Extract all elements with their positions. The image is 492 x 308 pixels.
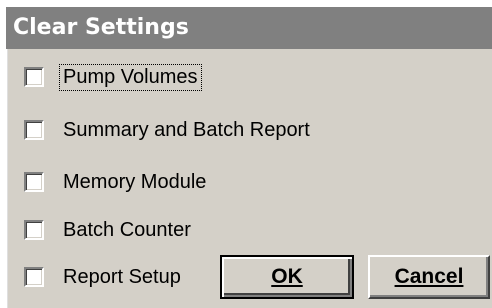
option-label[interactable]: Report Setup (60, 265, 184, 290)
summary-batch-report-checkbox[interactable] (24, 120, 44, 140)
option-memory-module[interactable]: Memory Module (24, 164, 209, 200)
dialog-title: Clear Settings (6, 7, 492, 49)
option-label[interactable]: Batch Counter (60, 218, 194, 243)
option-batch-counter[interactable]: Batch Counter (24, 212, 194, 248)
batch-counter-checkbox[interactable] (24, 220, 44, 240)
option-summary-and-batch-report[interactable]: Summary and Batch Report (24, 112, 313, 148)
option-pump-volumes[interactable]: Pump Volumes (24, 59, 202, 95)
clear-settings-dialog: Clear Settings Pump Volumes Summary and … (6, 7, 492, 308)
option-report-setup[interactable]: Report Setup (24, 259, 184, 295)
option-label[interactable]: Pump Volumes (59, 63, 202, 91)
cancel-button[interactable]: Cancel (368, 255, 490, 299)
ok-button[interactable]: OK (220, 255, 354, 299)
report-setup-checkbox[interactable] (24, 267, 44, 287)
pump-volumes-checkbox[interactable] (24, 67, 44, 87)
option-label[interactable]: Summary and Batch Report (60, 118, 313, 143)
memory-module-checkbox[interactable] (24, 172, 44, 192)
option-label[interactable]: Memory Module (60, 170, 209, 195)
